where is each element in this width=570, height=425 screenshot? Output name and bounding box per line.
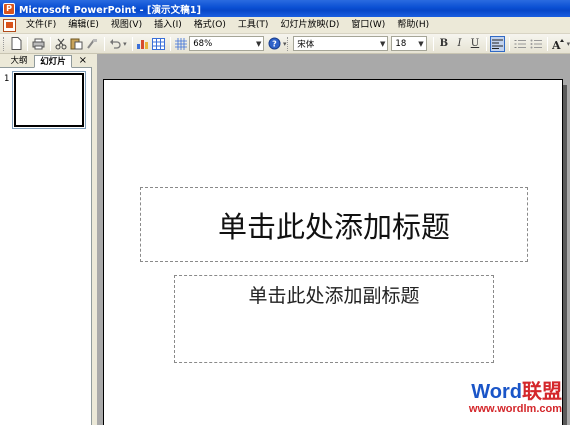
toolbar: ▾ 68% ▼ ? ▾ 宋体 ▼ 18 ▼ B I U A ▾	[0, 34, 570, 54]
chevron-down-icon: ▼	[256, 39, 262, 48]
increase-font-size-icon[interactable]: A	[551, 36, 566, 52]
thumbnail-list: 1	[0, 68, 92, 425]
grid-icon[interactable]	[174, 36, 189, 52]
toolbar-separator	[432, 36, 434, 51]
menu-edit[interactable]: 编辑(E)	[62, 18, 105, 33]
font-size-select[interactable]: 18 ▼	[391, 36, 427, 51]
zoom-select[interactable]: 68% ▼	[189, 36, 265, 51]
bullet-list-icon[interactable]	[529, 36, 544, 52]
svg-text:?: ?	[272, 40, 277, 49]
watermark: Word联盟 www.wordlm.com	[442, 381, 562, 415]
title-placeholder-text: 单击此处添加标题	[217, 209, 450, 244]
toolbar-separator	[508, 36, 510, 51]
window-title: Microsoft PowerPoint - [演示文稿1]	[19, 4, 202, 16]
toolbar-separator	[169, 36, 171, 51]
powerpoint-window: P Microsoft PowerPoint - [演示文稿1] 文件(F) 编…	[0, 0, 570, 425]
watermark-logo: Word联盟	[442, 381, 562, 403]
toolbar-separator	[131, 36, 133, 51]
insert-chart-icon[interactable]	[136, 36, 151, 52]
paste-icon[interactable]	[69, 36, 84, 52]
font-select[interactable]: 宋体 ▼	[293, 36, 389, 51]
toolbar-separator	[103, 36, 105, 51]
undo-icon[interactable]	[108, 36, 123, 52]
slide-shadow	[563, 85, 567, 425]
toolbar-grip[interactable]	[3, 36, 6, 51]
slides-pane: 大纲 幻灯片 × 1	[0, 54, 92, 425]
menu-tools[interactable]: 工具(T)	[232, 18, 275, 33]
new-document-icon[interactable]	[9, 36, 24, 52]
menu-view[interactable]: 视图(V)	[105, 18, 148, 33]
watermark-logo-word: Word	[471, 381, 522, 403]
watermark-url: www.wordlm.com	[468, 403, 562, 415]
menu-window[interactable]: 窗口(W)	[345, 18, 391, 33]
toolbar-separator	[547, 36, 549, 51]
insert-table-icon[interactable]	[151, 36, 166, 52]
toolbar-grip[interactable]	[287, 36, 290, 51]
slide-number: 1	[4, 74, 10, 84]
tab-outline[interactable]: 大纲	[3, 55, 35, 68]
format-painter-icon[interactable]	[85, 36, 100, 52]
menu-file[interactable]: 文件(F)	[20, 18, 62, 33]
tab-slides[interactable]: 幻灯片	[34, 55, 72, 68]
toolbar-separator	[486, 36, 488, 51]
title-placeholder[interactable]: 单击此处添加标题	[140, 187, 528, 262]
font-size-value: 18	[395, 38, 407, 49]
toolbar-options-icon[interactable]: ▾	[283, 40, 287, 48]
menu-format[interactable]: 格式(O)	[188, 18, 232, 33]
bold-button[interactable]: B	[437, 36, 452, 52]
close-icon[interactable]: ×	[79, 54, 87, 67]
menu-slideshow[interactable]: 幻灯片放映(D)	[274, 18, 345, 33]
pane-tabs: 大纲 幻灯片 ×	[0, 54, 92, 68]
help-icon[interactable]: ?	[267, 36, 282, 52]
menu-insert[interactable]: 插入(I)	[148, 18, 188, 33]
italic-button[interactable]: I	[452, 36, 467, 52]
subtitle-placeholder[interactable]: 单击此处添加副标题	[174, 275, 494, 363]
align-left-icon[interactable]	[490, 35, 505, 52]
font-value: 宋体	[297, 39, 315, 50]
watermark-logo-cn: 联盟	[522, 381, 562, 403]
slide-editing-area: 单击此处添加标题 单击此处添加副标题	[97, 54, 570, 425]
subtitle-placeholder-text: 单击此处添加副标题	[248, 285, 420, 307]
chevron-down-icon: ▼	[418, 39, 424, 48]
powerpoint-icon[interactable]: P	[3, 2, 15, 15]
zoom-value: 68%	[193, 38, 213, 49]
slide-thumbnail[interactable]	[12, 71, 86, 129]
numbered-list-icon[interactable]	[513, 36, 528, 52]
toolbar-options-icon[interactable]: ▾	[567, 40, 570, 48]
underline-button[interactable]: U	[468, 36, 483, 52]
toolbar-separator	[49, 36, 51, 51]
title-bar[interactable]: P Microsoft PowerPoint - [演示文稿1]	[0, 0, 570, 17]
menu-bar: 文件(F) 编辑(E) 视图(V) 插入(I) 格式(O) 工具(T) 幻灯片放…	[0, 17, 570, 34]
undo-dropdown-icon[interactable]: ▾	[123, 40, 127, 48]
slide-canvas[interactable]: 单击此处添加标题 单击此处添加副标题	[103, 79, 563, 425]
print-icon[interactable]	[31, 36, 46, 52]
toolbar-separator	[27, 36, 29, 51]
cut-icon[interactable]	[54, 36, 69, 52]
svg-text:A: A	[552, 39, 561, 50]
chevron-down-icon: ▼	[380, 39, 386, 48]
document-icon[interactable]	[3, 18, 16, 32]
menu-help[interactable]: 帮助(H)	[391, 18, 435, 33]
